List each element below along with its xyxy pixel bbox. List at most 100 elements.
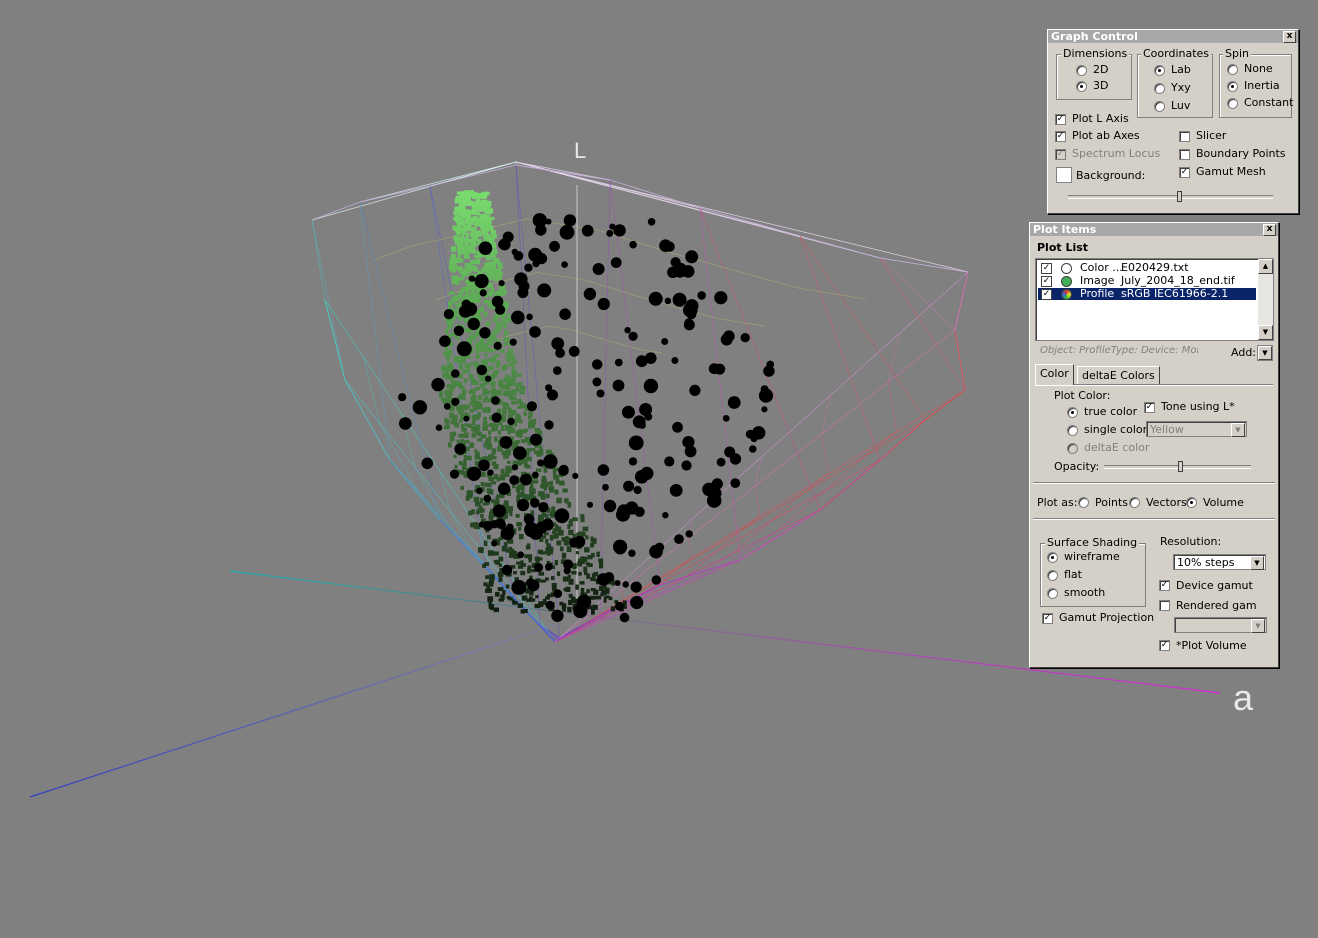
graph-slider-track[interactable]	[1068, 195, 1273, 199]
wireframe-radio[interactable]	[1047, 552, 1058, 563]
image-point	[501, 349, 505, 354]
measurement-dot	[399, 417, 412, 430]
plot-ab-axes-checkbox[interactable]: ✓	[1055, 131, 1066, 142]
mesh-line	[954, 329, 966, 391]
image-point	[459, 192, 464, 198]
rendered-gamut-checkbox[interactable]	[1159, 600, 1170, 611]
spin-constant-radio[interactable]	[1227, 98, 1238, 109]
measurement-dot	[544, 420, 554, 430]
coordinates-lab-radio[interactable]	[1154, 65, 1165, 76]
mesh-line	[359, 161, 517, 203]
image-point	[482, 421, 488, 427]
measurement-dot	[749, 445, 757, 453]
plot-as-points-radio[interactable]	[1078, 497, 1089, 508]
row-kind: Image	[1080, 274, 1115, 287]
close-icon[interactable]: x	[1283, 31, 1296, 43]
measurement-dot	[537, 459, 545, 467]
gamut-projection-checkbox[interactable]: ✓	[1042, 613, 1053, 624]
spin-none-radio[interactable]	[1227, 64, 1238, 75]
mesh-line	[572, 329, 596, 338]
dimensions-2d-radio[interactable]	[1076, 65, 1087, 76]
plot-list-box[interactable]: ✓ Color ... E020429.txt ✓ Image July_2004_18_…	[1035, 258, 1274, 341]
slicer-checkbox[interactable]	[1179, 131, 1190, 142]
image-point	[465, 238, 470, 243]
flat-radio[interactable]	[1047, 570, 1058, 581]
plot-as-volume-radio[interactable]	[1186, 497, 1197, 508]
plot-items-titlebar[interactable]: Plot Items x	[1030, 223, 1278, 236]
mesh-line	[754, 485, 761, 517]
measurement-dot	[684, 318, 694, 328]
chevron-down-icon[interactable]: ▼	[1250, 556, 1264, 570]
mesh-line	[688, 537, 692, 559]
coordinates-yxy-radio[interactable]	[1154, 83, 1165, 94]
single-color-radio[interactable]	[1067, 425, 1078, 436]
coordinates-luv-radio[interactable]	[1154, 101, 1165, 112]
image-point	[475, 501, 481, 507]
deltae-color-radio	[1067, 443, 1078, 454]
add-dropdown[interactable]: ▼	[1257, 345, 1273, 361]
plot-list-row[interactable]: ✓ Color ... E020429.txt	[1038, 262, 1256, 274]
measurement-dot	[597, 464, 610, 476]
boundary-points-checkbox[interactable]	[1179, 149, 1190, 160]
gamut-mesh-checkbox[interactable]: ✓	[1179, 167, 1190, 178]
image-point	[505, 584, 510, 589]
resolution-value: 10% steps	[1177, 556, 1235, 569]
image-point	[501, 365, 506, 371]
dimensions-3d-radio[interactable]	[1076, 81, 1087, 92]
image-point	[493, 607, 500, 613]
image-point	[491, 461, 497, 466]
opacity-slider-thumb[interactable]	[1177, 461, 1183, 472]
row-checkbox[interactable]: ✓	[1041, 263, 1052, 274]
measurement-dot	[614, 580, 621, 586]
measurement-dot	[671, 357, 679, 364]
row-checkbox[interactable]: ✓	[1041, 276, 1052, 287]
mesh-line	[548, 325, 573, 331]
chevron-down-icon[interactable]: ▼	[1258, 346, 1272, 360]
measurement-dot	[592, 263, 605, 275]
image-point	[449, 362, 453, 367]
device-gamut-checkbox[interactable]: ✓	[1159, 580, 1170, 591]
mesh-line	[594, 336, 621, 345]
tab-deltae-colors[interactable]: deltaE Colors	[1077, 366, 1160, 385]
plot-volume-checkbox[interactable]: ✓	[1159, 640, 1170, 651]
image-point	[507, 430, 511, 435]
resolution-dropdown[interactable]: 10% steps ▼	[1173, 554, 1266, 570]
plot-l-axis-checkbox[interactable]: ✓	[1055, 114, 1066, 125]
plot-list-row[interactable]: ✓ Profile sRGB IEC61966-2.1	[1038, 288, 1256, 300]
image-point	[462, 197, 467, 201]
plot-list-scrollbar[interactable]: ▲ ▼	[1258, 259, 1273, 340]
image-point	[465, 287, 470, 292]
image-point	[515, 413, 521, 418]
spin-inertia-radio[interactable]	[1227, 81, 1238, 92]
tone-using-l-checkbox[interactable]: ✓	[1144, 402, 1155, 413]
image-point	[563, 498, 569, 503]
image-point	[505, 337, 509, 343]
measurement-dot	[507, 417, 515, 426]
image-point	[529, 596, 533, 602]
true-color-radio[interactable]	[1067, 407, 1078, 418]
background-color-swatch[interactable]	[1056, 167, 1072, 183]
graph-slider-thumb[interactable]	[1176, 191, 1182, 202]
image-point	[585, 562, 590, 566]
plot-as-vectors-radio[interactable]	[1129, 497, 1140, 508]
scroll-down-icon[interactable]: ▼	[1258, 325, 1273, 340]
measurement-dot	[664, 456, 675, 467]
image-point	[516, 399, 522, 404]
measurement-dot	[577, 594, 592, 609]
tab-color[interactable]: Color	[1035, 364, 1074, 385]
image-point	[500, 425, 505, 432]
image-point	[596, 551, 600, 557]
image-point	[519, 386, 526, 391]
scroll-up-icon[interactable]: ▲	[1258, 259, 1273, 274]
smooth-radio[interactable]	[1047, 588, 1058, 599]
close-icon[interactable]: x	[1263, 224, 1276, 236]
measurement-dot	[483, 494, 492, 503]
image-point	[480, 482, 485, 487]
graph-control-titlebar[interactable]: Graph Control x	[1048, 30, 1298, 43]
image-point	[488, 515, 494, 520]
measurement-dot	[497, 482, 511, 495]
row-checkbox[interactable]: ✓	[1041, 289, 1052, 300]
plot-list-row[interactable]: ✓ Image July_2004_18_end.tif	[1038, 275, 1256, 287]
image-point	[546, 493, 550, 499]
measurement-dot	[682, 436, 695, 449]
